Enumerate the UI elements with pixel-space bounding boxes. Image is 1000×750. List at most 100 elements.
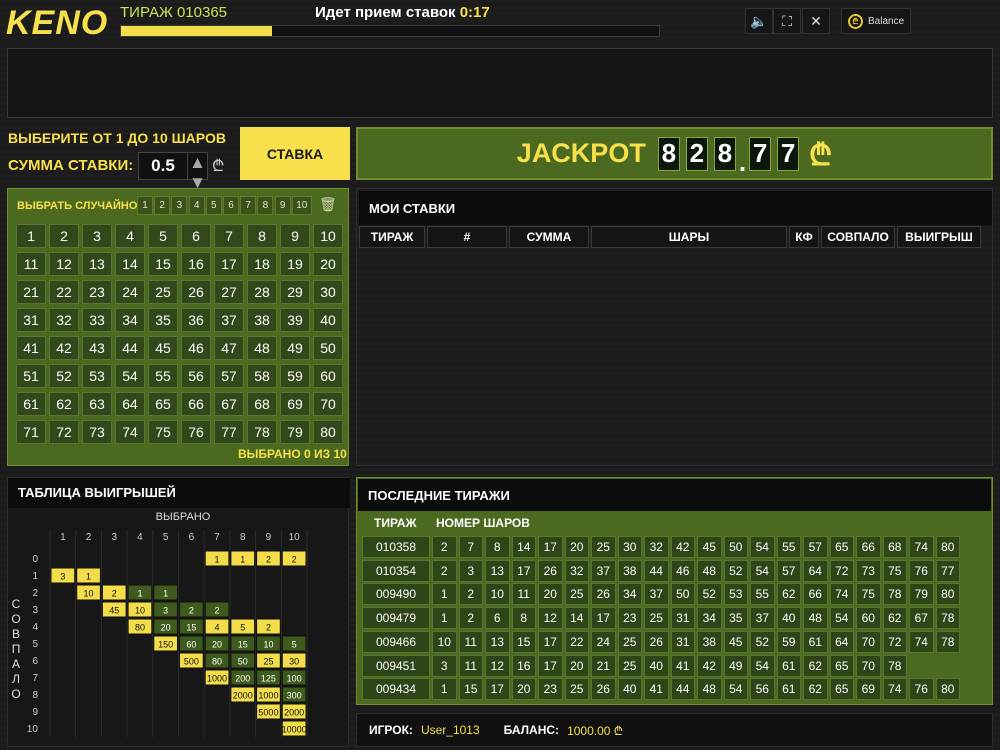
number-cell-72[interactable]: 72 [49,420,79,444]
number-cell-65[interactable]: 65 [148,392,178,416]
number-cell-55[interactable]: 55 [148,364,178,388]
number-cell-18[interactable]: 18 [247,252,277,276]
bet-amount-stepper[interactable]: 0.5 ▲ ▼ [138,152,208,192]
number-cell-77[interactable]: 77 [214,420,244,444]
number-cell-54[interactable]: 54 [115,364,145,388]
random-pick-1-button[interactable]: 1 [137,196,153,215]
number-cell-40[interactable]: 40 [313,308,343,332]
number-cell-76[interactable]: 76 [181,420,211,444]
number-cell-53[interactable]: 53 [82,364,112,388]
number-cell-31[interactable]: 31 [16,308,46,332]
number-cell-51[interactable]: 51 [16,364,46,388]
number-cell-8[interactable]: 8 [247,224,277,248]
number-cell-68[interactable]: 68 [247,392,277,416]
number-cell-5[interactable]: 5 [148,224,178,248]
random-pick-2-button[interactable]: 2 [154,196,171,215]
number-cell-24[interactable]: 24 [115,280,145,304]
number-cell-57[interactable]: 57 [214,364,244,388]
number-cell-21[interactable]: 21 [16,280,46,304]
number-cell-20[interactable]: 20 [313,252,343,276]
number-cell-11[interactable]: 11 [16,252,46,276]
number-cell-33[interactable]: 33 [82,308,112,332]
number-cell-9[interactable]: 9 [280,224,310,248]
number-cell-61[interactable]: 61 [16,392,46,416]
number-cell-58[interactable]: 58 [247,364,277,388]
number-cell-64[interactable]: 64 [115,392,145,416]
number-cell-25[interactable]: 25 [148,280,178,304]
number-cell-19[interactable]: 19 [280,252,310,276]
number-cell-41[interactable]: 41 [16,336,46,360]
number-cell-37[interactable]: 37 [214,308,244,332]
number-cell-60[interactable]: 60 [313,364,343,388]
number-cell-16[interactable]: 16 [181,252,211,276]
number-cell-38[interactable]: 38 [247,308,277,332]
number-cell-78[interactable]: 78 [247,420,277,444]
number-cell-62[interactable]: 62 [49,392,79,416]
number-cell-15[interactable]: 15 [148,252,178,276]
number-cell-12[interactable]: 12 [49,252,79,276]
number-cell-27[interactable]: 27 [214,280,244,304]
number-cell-74[interactable]: 74 [115,420,145,444]
number-cell-48[interactable]: 48 [247,336,277,360]
number-cell-50[interactable]: 50 [313,336,343,360]
number-cell-3[interactable]: 3 [82,224,112,248]
number-cell-66[interactable]: 66 [181,392,211,416]
number-cell-44[interactable]: 44 [115,336,145,360]
number-cell-22[interactable]: 22 [49,280,79,304]
balance-button[interactable]: ₾ Balance [841,8,911,34]
number-cell-70[interactable]: 70 [313,392,343,416]
clear-selection-trash-icon[interactable]: 🗑 [319,196,337,213]
random-pick-9-button[interactable]: 9 [274,196,291,215]
number-cell-30[interactable]: 30 [313,280,343,304]
number-cell-75[interactable]: 75 [148,420,178,444]
number-cell-63[interactable]: 63 [82,392,112,416]
number-cell-79[interactable]: 79 [280,420,310,444]
number-cell-2[interactable]: 2 [49,224,79,248]
drawn-ball: 50 [670,583,695,606]
volume-button[interactable]: 🔈 [745,8,773,34]
number-cell-67[interactable]: 67 [214,392,244,416]
bet-amount-value[interactable]: 0.5 [139,156,187,176]
random-pick-4-button[interactable]: 4 [188,196,205,215]
number-cell-36[interactable]: 36 [181,308,211,332]
number-cell-49[interactable]: 49 [280,336,310,360]
number-cell-13[interactable]: 13 [82,252,112,276]
fullscreen-button[interactable]: ⛶ [773,8,801,34]
number-cell-42[interactable]: 42 [49,336,79,360]
random-pick-3-button[interactable]: 3 [171,196,188,215]
random-pick-6-button[interactable]: 6 [223,196,239,215]
close-button[interactable]: ✕ [802,8,830,34]
number-cell-26[interactable]: 26 [181,280,211,304]
number-cell-6[interactable]: 6 [181,224,211,248]
number-cell-45[interactable]: 45 [148,336,178,360]
number-cell-32[interactable]: 32 [49,308,79,332]
random-pick-8-button[interactable]: 8 [257,196,274,215]
number-cell-59[interactable]: 59 [280,364,310,388]
number-cell-39[interactable]: 39 [280,308,310,332]
increase-amount-button[interactable]: ▲ [189,153,206,173]
random-pick-5-button[interactable]: 5 [205,196,222,215]
number-cell-29[interactable]: 29 [280,280,310,304]
number-cell-23[interactable]: 23 [82,280,112,304]
number-cell-47[interactable]: 47 [214,336,244,360]
random-pick-7-button[interactable]: 7 [240,196,257,215]
number-cell-73[interactable]: 73 [82,420,112,444]
number-cell-34[interactable]: 34 [115,308,145,332]
number-cell-52[interactable]: 52 [49,364,79,388]
number-cell-56[interactable]: 56 [181,364,211,388]
number-cell-28[interactable]: 28 [247,280,277,304]
number-cell-43[interactable]: 43 [82,336,112,360]
number-cell-7[interactable]: 7 [214,224,244,248]
number-cell-1[interactable]: 1 [16,224,46,248]
number-cell-17[interactable]: 17 [214,252,244,276]
number-cell-35[interactable]: 35 [148,308,178,332]
place-bet-button[interactable]: СТАВКА [240,127,350,180]
random-pick-10-button[interactable]: 10 [291,196,312,215]
number-cell-80[interactable]: 80 [313,420,343,444]
number-cell-69[interactable]: 69 [280,392,310,416]
number-cell-10[interactable]: 10 [313,224,343,248]
number-cell-4[interactable]: 4 [115,224,145,248]
number-cell-14[interactable]: 14 [115,252,145,276]
number-cell-71[interactable]: 71 [16,420,46,444]
number-cell-46[interactable]: 46 [181,336,211,360]
